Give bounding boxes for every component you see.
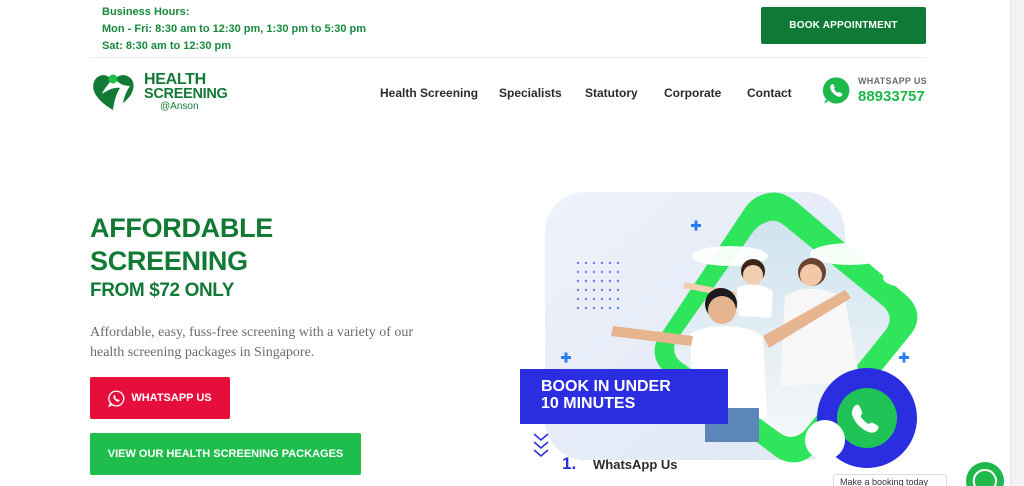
- header-whatsapp-link[interactable]: WHATSAPP US 88933757: [822, 74, 927, 106]
- badge-white-bubble: [805, 420, 845, 460]
- hero-whatsapp-button-label: WHATSAPP US: [131, 392, 212, 404]
- nav-health-screening[interactable]: Health Screening: [380, 86, 478, 100]
- person-heart-logo-icon: [93, 74, 134, 110]
- whatsapp-icon: [108, 389, 125, 407]
- business-hours-saturday: Sat: 8:30 am to 12:30 pm: [102, 40, 231, 52]
- hero-illustration: [545, 192, 927, 468]
- chevron-down-icon: [533, 433, 549, 458]
- business-hours-weekday: Mon - Fri: 8:30 am to 12:30 pm, 1:30 pm …: [102, 23, 367, 35]
- book-under-10-minutes-banner: BOOK IN UNDER 10 MINUTES: [520, 369, 728, 424]
- hero-description: Affordable, easy, fuss-free screening wi…: [90, 325, 414, 360]
- booking-tooltip[interactable]: Make a booking today: [833, 474, 947, 486]
- step-1-number: 1.: [562, 454, 577, 473]
- hero-title-line1: AFFORDABLE: [90, 213, 273, 243]
- whatsapp-icon: [822, 77, 850, 104]
- header-divider: [90, 57, 926, 58]
- whatsapp-badge-icon: [837, 388, 897, 448]
- hero-whatsapp-button[interactable]: WHATSAPP US: [90, 377, 230, 419]
- hero-title-line2: SCREENING: [90, 246, 248, 276]
- business-hours-title: Business Hours:: [102, 6, 190, 18]
- page-scrollbar[interactable]: [1010, 0, 1024, 486]
- nav-contact[interactable]: Contact: [747, 86, 792, 100]
- nav-statutory[interactable]: Statutory: [585, 86, 638, 100]
- hero-subtitle: FROM $72 ONLY: [90, 280, 235, 301]
- banner-line1: BOOK IN UNDER: [541, 378, 671, 395]
- logo-text-screening: SCREENING: [144, 86, 228, 102]
- hero-title: AFFORDABLE SCREENING: [90, 212, 273, 278]
- logo-text-anson: @Anson: [160, 101, 199, 112]
- step-1-label: WhatsApp Us: [593, 457, 678, 472]
- nav-specialists[interactable]: Specialists: [499, 86, 562, 100]
- banner-line2: 10 MINUTES: [541, 395, 636, 412]
- business-hours: Business Hours: Mon - Fri: 8:30 am to 12…: [102, 4, 366, 55]
- site-logo[interactable]: HEALTH SCREENING @Anson: [90, 70, 230, 116]
- header-whatsapp-number: 88933757: [858, 88, 925, 105]
- nav-corporate[interactable]: Corporate: [664, 86, 721, 100]
- page: Business Hours: Mon - Fri: 8:30 am to 12…: [0, 0, 1024, 486]
- book-appointment-button[interactable]: BOOK APPOINTMENT: [761, 7, 926, 44]
- floating-whatsapp-icon[interactable]: [966, 462, 1004, 486]
- view-packages-button[interactable]: VIEW OUR HEALTH SCREENING PACKAGES: [90, 433, 361, 475]
- header-whatsapp-label: WHATSAPP US: [858, 76, 927, 86]
